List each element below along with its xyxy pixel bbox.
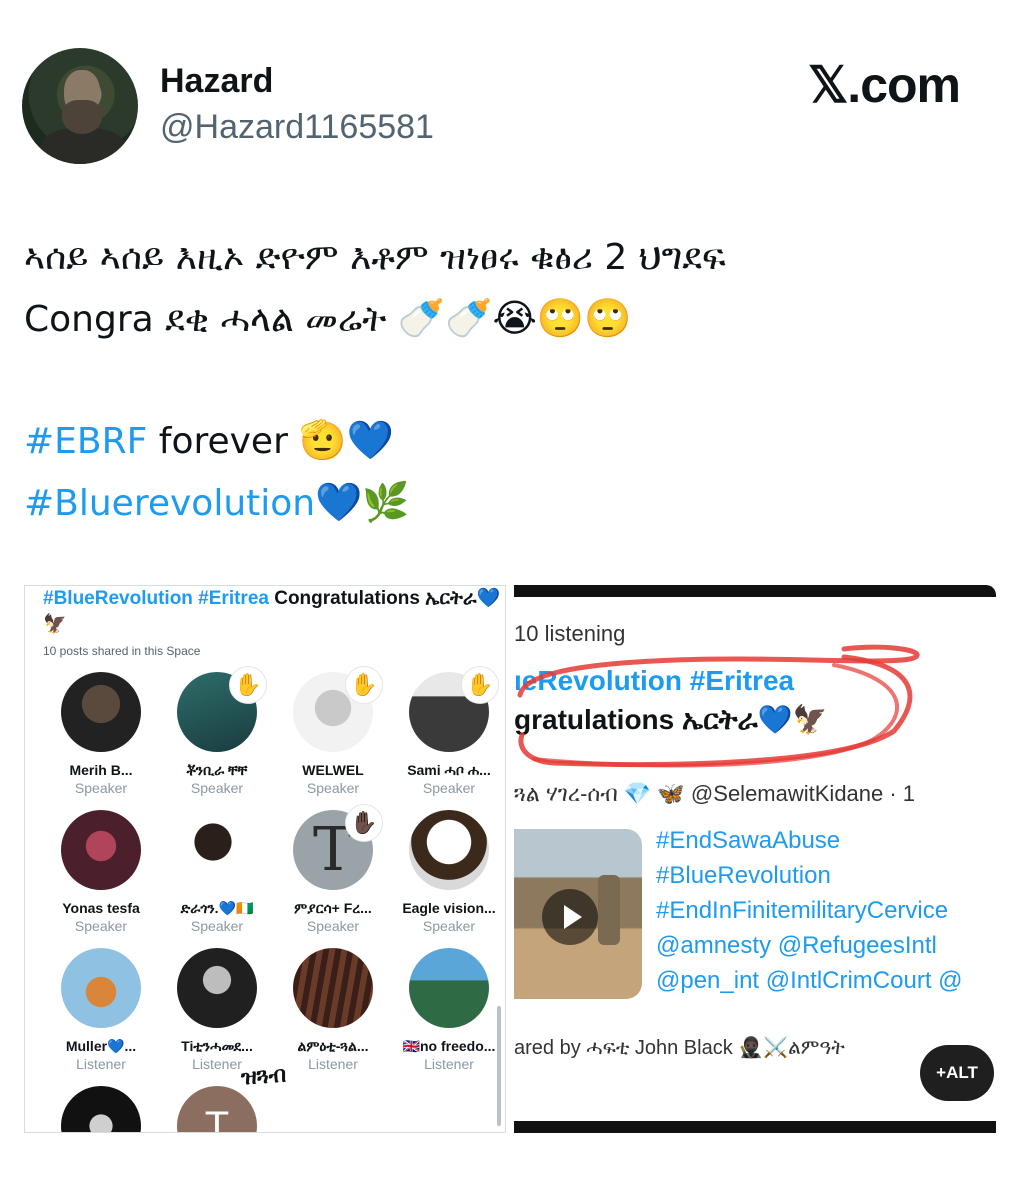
author-handle[interactable]: @Hazard1165581	[160, 108, 434, 147]
tweet-text: ኣሰይ ኣሰይ እዚኦ ድዮም እቶም ዝነፀሩ ቁፅሪ 2 ህግደፍ Cong…	[24, 228, 1004, 534]
raised-hand-icon: ✋	[461, 666, 499, 704]
red-scribble-annotation	[517, 644, 920, 768]
participant-card[interactable]: Tiቲንሓመደ... Listener	[151, 948, 267, 1078]
participant-name: WELWEL	[302, 762, 364, 778]
x-logo: 𝕏.com	[808, 57, 961, 113]
tweet-line-4: #Bluerevolution💙🌿	[24, 472, 1004, 534]
space-title: #BlueRevolution #Eritrea Congratulations…	[43, 586, 503, 638]
author-name[interactable]: Hazard	[160, 62, 273, 101]
shared-by-text: ared by ሓፍቲ John Black 🥷🏿⚔️ልምዓት	[514, 1037, 845, 1059]
image-top-border	[514, 585, 996, 597]
participant-card[interactable]	[35, 1086, 151, 1132]
participant-card[interactable]: ✋ Sami ሓቦ ሐ... Speaker	[383, 666, 499, 802]
participant-card[interactable]: T ✋🏿 ምያርሳ+ Fረ... Speaker	[267, 804, 383, 940]
participant-name: ልምዕቲ-ጓል...	[297, 1038, 369, 1054]
shared-post-card[interactable]: #EndSawaAbuse #BlueRevolution #EndInFini…	[514, 823, 996, 1003]
participant-card[interactable]: Eagle vision... Speaker	[383, 810, 499, 940]
participant-role: Speaker	[422, 780, 476, 796]
participant-role: Speaker	[190, 780, 244, 796]
participant-role: Speaker	[190, 918, 244, 934]
participant-card[interactable]: ✋ WELWEL Speaker	[267, 666, 383, 802]
participant-name: Yonas tesfa	[62, 900, 140, 916]
participant-avatar	[61, 1086, 141, 1132]
mentions-line-1[interactable]: @amnesty @RefugeesIntl	[656, 928, 963, 963]
participant-card[interactable]: Merih B... Speaker	[35, 672, 151, 802]
hashtag-endinfinitemilitary[interactable]: #EndInFinitemilitaryCervice	[656, 893, 963, 928]
raised-hand-icon: ✋	[345, 666, 383, 704]
hashtag-ebrf[interactable]: #EBRF	[24, 421, 147, 462]
tweet-line-3: #EBRF forever 🫡💙	[24, 410, 1004, 472]
hashtag-bluerevolution[interactable]: #Bluerevolution	[24, 483, 315, 524]
raised-hand-icon: ✋🏿	[345, 804, 383, 842]
heart-herb-emoji: 💙🌿	[315, 480, 410, 524]
participant-name: 🇬🇧no freedo...	[402, 1038, 496, 1054]
participant-card[interactable]: ልምዕቲ-ጓል... Listener	[267, 948, 383, 1078]
participant-avatar: T	[177, 1086, 257, 1132]
tweet-line-2: Congra ደቂ ሓላል መሬት 🍼🍼😭🙄🙄	[24, 288, 1004, 350]
participant-name: Sami ሓቦ ሐ...	[407, 762, 491, 778]
participant-avatar	[293, 948, 373, 1028]
hashtag-bluerevolution-2[interactable]: #BlueRevolution	[656, 858, 963, 893]
alt-button[interactable]: +ALT	[920, 1045, 994, 1101]
video-thumbnail[interactable]	[514, 829, 642, 999]
participant-avatar	[61, 810, 141, 890]
space-title-tags: #BlueRevolution #Eritrea	[43, 588, 269, 609]
scrollbar[interactable]	[497, 1006, 501, 1126]
attached-image-space-participants[interactable]: #BlueRevolution #Eritrea Congratulations…	[24, 585, 506, 1133]
participant-name: ቾንቢራ ቸቸ	[186, 762, 248, 778]
participant-role: Speaker	[74, 780, 128, 796]
participant-role: Speaker	[306, 918, 360, 934]
participant-avatar	[61, 672, 141, 752]
participant-name: Tiቲንሓመደ...	[181, 1038, 253, 1054]
space-card-user[interactable]: ጓል ሃገረ-ሰብ 💎 🦋 @SelemawitKidane · 1	[514, 781, 915, 807]
shared-post-links: #EndSawaAbuse #BlueRevolution #EndInFini…	[656, 823, 963, 998]
tweet-line-1: ኣሰይ ኣሰይ እዚኦ ድዮም እቶም ዝነፀሩ ቁፅሪ 2 ህግደፍ	[24, 237, 726, 278]
author-avatar[interactable]	[22, 48, 138, 164]
participant-card[interactable]: Muller💙... Listener	[35, 948, 151, 1078]
participant-avatar	[409, 948, 489, 1028]
participant-card[interactable]: T	[151, 1086, 267, 1132]
participant-card[interactable]: 🇬🇧no freedo... Listener	[383, 948, 499, 1078]
participant-name: Muller💙...	[65, 1038, 137, 1054]
participant-card[interactable]: Yonas tesfa Speaker	[35, 810, 151, 940]
participant-card[interactable]: ✋ ቾንቢራ ቸቸ Speaker	[151, 666, 267, 802]
participant-name: ምያርሳ+ Fረ...	[294, 900, 372, 916]
participant-role: Listener	[76, 1056, 126, 1072]
mentions-line-2[interactable]: @pen_int @IntlCrimCourt @	[656, 963, 963, 998]
tweet-line-2-emoji: 🍼🍼😭🙄🙄	[397, 296, 632, 340]
raised-hand-icon: ✋	[229, 666, 267, 704]
image-bottom-border	[514, 1121, 996, 1133]
attached-image-space-card[interactable]: 10 listening ıeRevolution #Eritrea gratu…	[514, 585, 996, 1133]
salute-heart-emoji: 🫡💙	[299, 418, 394, 462]
participant-card[interactable]: ድራጎን.💙🇨🇮 Speaker	[151, 810, 267, 940]
participant-role: Speaker	[74, 918, 128, 934]
participant-name: Merih B...	[69, 762, 133, 778]
participant-role: Speaker	[422, 918, 476, 934]
participant-avatar	[177, 948, 257, 1028]
participant-avatar	[409, 810, 489, 890]
participant-role: Speaker	[306, 780, 360, 796]
participant-role: Listener	[424, 1056, 474, 1072]
signature-overlay: ዝጓብ	[240, 1062, 287, 1091]
participant-avatar	[61, 948, 141, 1028]
participant-name: Eagle vision...	[402, 900, 496, 916]
space-subtitle: 10 posts shared in this Space	[43, 644, 201, 658]
play-icon[interactable]	[542, 889, 598, 945]
participant-avatar	[177, 810, 257, 890]
forever-text: forever	[147, 421, 300, 462]
participant-name: ድራጎን.💙🇨🇮	[180, 900, 254, 916]
hashtag-endsawaabuse[interactable]: #EndSawaAbuse	[656, 823, 963, 858]
tweet-line-2-text: Congra ደቂ ሓላል መሬት	[24, 299, 387, 340]
participant-role: Listener	[308, 1056, 358, 1072]
